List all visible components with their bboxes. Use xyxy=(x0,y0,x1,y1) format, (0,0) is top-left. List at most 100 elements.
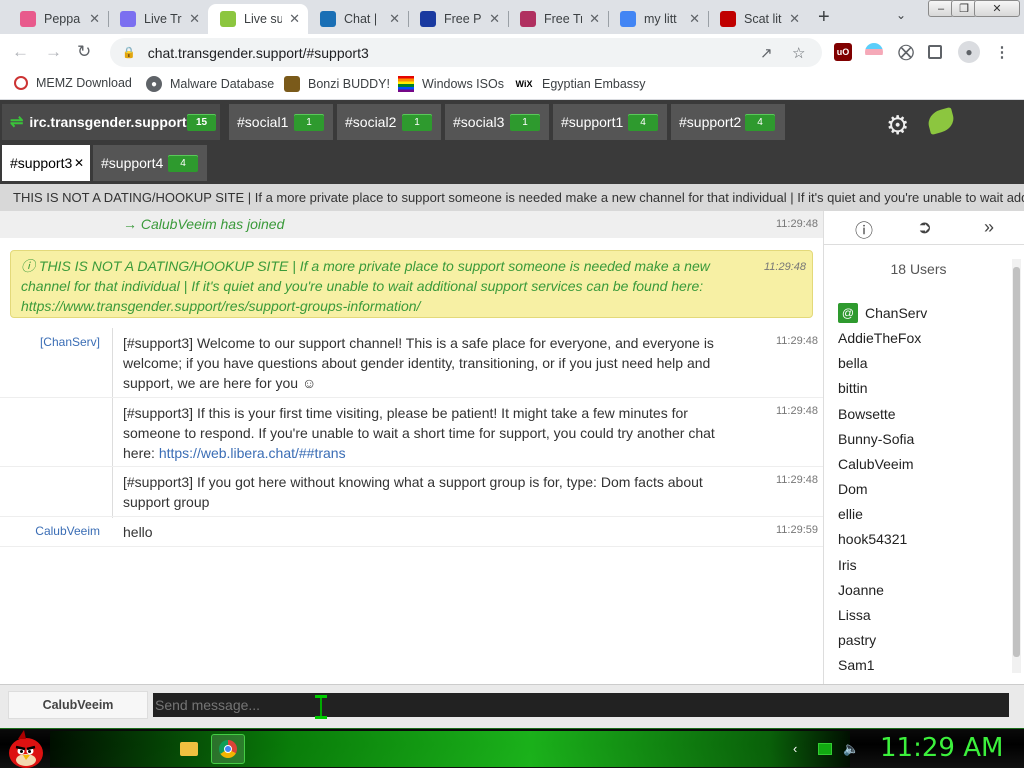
back-icon[interactable]: ← xyxy=(12,42,29,62)
close-tab-icon[interactable]: ✕ xyxy=(689,11,700,27)
info-icon[interactable]: ⓘ xyxy=(855,217,873,243)
file-explorer-icon[interactable] xyxy=(172,734,206,764)
settings-gears-icon[interactable]: ⚙ xyxy=(886,110,909,141)
message-nick[interactable]: [ChanServ] xyxy=(40,335,100,349)
user-item[interactable]: @ ChanServ xyxy=(838,303,927,323)
channel-tab-support3[interactable]: #support3 ✕ xyxy=(2,145,90,181)
user-item[interactable]: bella xyxy=(838,355,868,371)
forward-icon[interactable]: → xyxy=(45,42,62,62)
ublock-icon[interactable]: uO xyxy=(834,43,852,61)
bookmark-egyptian-embassy[interactable]: WiX Egyptian Embassy xyxy=(514,76,646,92)
close-window-button[interactable]: ✕ xyxy=(974,0,1020,17)
bookmark-bonzi-buddy[interactable]: Bonzi BUDDY! xyxy=(284,76,390,92)
message-nick[interactable]: CalubVeeim xyxy=(35,524,100,538)
browser-tab[interactable]: Chat | ✕ xyxy=(308,4,408,34)
channel-tab-social1[interactable]: #social1 1 xyxy=(229,104,333,140)
channel-tab-social3[interactable]: #social3 1 xyxy=(445,104,549,140)
share-icon[interactable]: ↗ xyxy=(760,44,773,62)
channel-tab-support1[interactable]: #support1 4 xyxy=(553,104,667,140)
browser-tab[interactable]: Live su ✕ xyxy=(208,4,308,34)
x-icon xyxy=(420,11,436,27)
user-item[interactable]: Bunny-Sofia xyxy=(838,431,914,447)
user-nick: CalubVeeim xyxy=(838,456,914,472)
channel-label: #support4 xyxy=(101,155,164,171)
tray-expand-icon[interactable]: ‹ xyxy=(793,741,797,756)
close-tab-icon[interactable]: ✕ xyxy=(389,11,400,27)
user-item[interactable]: Sam1 xyxy=(838,657,875,673)
user-nick: Joanne xyxy=(838,582,884,598)
message-link[interactable]: https://web.libera.chat/##trans xyxy=(159,445,346,461)
unread-badge: 1 xyxy=(402,113,432,131)
collapse-sidebar-icon[interactable]: » xyxy=(984,217,994,238)
user-item[interactable]: hook54321 xyxy=(838,531,907,547)
channel-label: #support1 xyxy=(561,114,624,130)
browser-tab[interactable]: my litt ✕ xyxy=(608,4,708,34)
new-tab-button[interactable]: + xyxy=(818,6,830,29)
my-nick-button[interactable]: CalubVeeim xyxy=(8,691,148,719)
user-item[interactable]: Bowsette xyxy=(838,406,896,422)
user-item[interactable]: pastry xyxy=(838,632,876,648)
browser-tab[interactable]: Peppa ✕ xyxy=(8,4,108,34)
user-item[interactable]: Iris xyxy=(838,557,857,573)
volume-icon[interactable]: 🔈 xyxy=(843,741,859,757)
join-text: → CalubVeeim has joined xyxy=(123,216,285,232)
channel-label: #support3 xyxy=(10,155,73,171)
user-item[interactable]: bittin xyxy=(838,380,868,396)
bookmark-star-icon[interactable]: ☆ xyxy=(792,44,805,62)
network-tab[interactable]: ⇌ irc.transgender.support 15 xyxy=(2,104,220,140)
close-tab-icon[interactable]: ✕ xyxy=(789,11,800,27)
trans-flag-extension-icon[interactable] xyxy=(865,43,883,61)
taskbar: ‹ 🔈 11:29 AM xyxy=(0,728,1024,768)
channel-tab-support2[interactable]: #support2 4 xyxy=(671,104,785,140)
bookmark-windows-isos[interactable]: Windows ISOs xyxy=(398,76,504,92)
close-tab-icon[interactable]: ✕ xyxy=(289,11,300,27)
close-channel-icon[interactable]: ✕ xyxy=(74,156,84,170)
user-item[interactable]: Dom xyxy=(838,481,868,497)
network-tray-icon[interactable] xyxy=(818,743,832,755)
close-tab-icon[interactable]: ✕ xyxy=(189,11,200,27)
message-text: [#support3] Welcome to our support chann… xyxy=(123,335,714,391)
user-item[interactable]: ellie xyxy=(838,506,863,522)
timestamp: 11:29:48 xyxy=(763,261,806,273)
profile-avatar-icon[interactable]: ● xyxy=(958,41,980,63)
message-row: [#support3] If this is your first time v… xyxy=(0,398,823,467)
taskbar-clock[interactable]: 11:29 AM xyxy=(880,733,1003,763)
kiwi-logo-icon[interactable] xyxy=(925,107,957,135)
reload-icon[interactable]: ↻ xyxy=(77,42,91,62)
chrome-logo-center xyxy=(224,745,232,753)
chrome-taskbar-icon[interactable] xyxy=(211,734,245,764)
close-tab-icon[interactable]: ✕ xyxy=(489,11,500,27)
address-bar[interactable]: 🔒 chat.transgender.support/#support3 ↗ ☆ xyxy=(110,38,822,67)
user-item[interactable]: AddieTheFox xyxy=(838,330,921,346)
menu-kebab-icon[interactable]: ⋮ xyxy=(993,43,1011,61)
browser-tab[interactable]: Free Tr ✕ xyxy=(508,4,608,34)
bookmark-memz[interactable]: MEMZ Download xyxy=(14,76,132,90)
browser-tab[interactable]: Live Tr ✕ xyxy=(108,4,208,34)
browser-tab[interactable]: Free P ✕ xyxy=(408,4,508,34)
user-item[interactable]: CalubVeeim xyxy=(838,456,914,472)
lock-icon[interactable]: 🔒 xyxy=(122,46,136,59)
browser-tab[interactable]: Scat lit ✕ xyxy=(708,4,808,34)
tab-label: Live su xyxy=(244,12,282,26)
tab-search-chevron-icon[interactable]: ⌄ xyxy=(896,8,906,22)
close-tab-icon[interactable]: ✕ xyxy=(589,11,600,27)
user-nick: pastry xyxy=(838,632,877,648)
bookmark-malware-database[interactable]: ● Malware Database xyxy=(146,76,274,92)
tab-separator xyxy=(708,11,709,27)
channel-tab-support4[interactable]: #support4 4 xyxy=(93,145,207,181)
tab-label: my litt xyxy=(644,12,677,26)
user-item[interactable]: Lissa xyxy=(838,607,871,623)
side-panel-icon[interactable] xyxy=(928,45,942,59)
user-list-scrollbar[interactable] xyxy=(1012,259,1021,673)
extensions-puzzle-icon[interactable]: ⛒ xyxy=(897,43,915,61)
close-tab-icon[interactable]: ✕ xyxy=(89,11,100,27)
message-input[interactable] xyxy=(153,693,1009,717)
start-button-angry-bird-icon[interactable] xyxy=(6,727,46,769)
url-text[interactable]: chat.transgender.support/#support3 xyxy=(148,45,369,61)
message-list[interactable]: → CalubVeeim has joined 11:29:48 ⓘ THIS … xyxy=(0,211,823,684)
leave-channel-icon[interactable]: ➲ xyxy=(917,217,932,238)
channel-tab-social2[interactable]: #social2 1 xyxy=(337,104,441,140)
user-item[interactable]: Joanne xyxy=(838,582,884,598)
scrollbar-thumb[interactable] xyxy=(1013,267,1020,657)
chrome-logo xyxy=(219,740,237,758)
